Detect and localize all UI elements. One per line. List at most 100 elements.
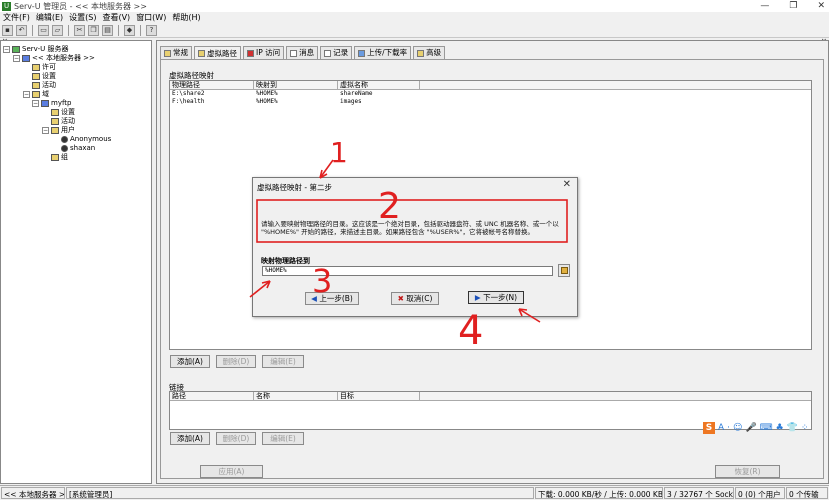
collapse-icon[interactable]: − — [23, 91, 30, 98]
tab-virtual-path[interactable]: 虚拟路径 — [194, 46, 241, 60]
activity-icon — [51, 118, 59, 125]
menu-settings[interactable]: 设置(S) — [69, 12, 96, 24]
collapse-icon[interactable]: − — [32, 100, 39, 107]
ime-punct-icon[interactable]: · — [727, 423, 730, 433]
column-map-to[interactable]: 映射到 — [254, 81, 338, 89]
column-physical-path[interactable]: 物理路径 — [170, 81, 254, 89]
restore-button[interactable]: 恢复(R) — [715, 465, 780, 478]
collapse-icon[interactable]: − — [42, 127, 49, 134]
status-download: 下载: 0.000 KB/秒 — [538, 490, 602, 499]
column-target[interactable]: 目标 — [338, 392, 420, 400]
menu-window[interactable]: 窗口(W) — [136, 12, 166, 24]
ime-menu-icon[interactable]: ⁘ — [801, 423, 809, 433]
log-icon — [324, 49, 332, 57]
status-users: 0 (0) 个用户 — [735, 487, 785, 499]
ip-icon — [247, 49, 254, 57]
tree-item-domain-myftp[interactable]: − myftp — [3, 99, 111, 108]
tree-item-domain-activity[interactable]: 活动 — [3, 117, 111, 126]
menu-view[interactable]: 查看(V) — [102, 12, 130, 24]
tree-item-root[interactable]: − Serv-U 服务器 — [3, 45, 111, 54]
column-virtual-name[interactable]: 虚拟名称 — [338, 81, 420, 89]
tree-item-domain-settings[interactable]: 设置 — [3, 108, 111, 117]
collapse-icon[interactable]: − — [13, 55, 20, 62]
ime-keyboard-icon[interactable]: ⌨ — [760, 423, 773, 433]
title-bar: U Serv-U 管理员 - << 本地服务器 >> — ❐ ✕ — [0, 0, 829, 12]
back-button[interactable]: ◀ 上一步(B) — [305, 292, 359, 305]
browse-folder-button[interactable] — [558, 264, 570, 277]
message-icon — [290, 49, 298, 57]
ime-shirt-icon[interactable]: 👕 — [787, 423, 798, 433]
tab-ip-access[interactable]: IP 访问 — [243, 46, 285, 59]
vpath-edit-button[interactable]: 编辑(E) — [262, 355, 304, 368]
tree-item-license[interactable]: 许可 — [3, 63, 111, 72]
vpath-delete-button[interactable]: 删除(D) — [216, 355, 256, 368]
tree-item-groups[interactable]: 组 — [3, 153, 111, 162]
map-path-label: 映射物理路径到 — [261, 257, 310, 265]
status-sockets: 3 / 32767 个 Socket — [664, 487, 734, 499]
tree-item-activity[interactable]: 活动 — [3, 81, 111, 90]
book-icon[interactable]: ◆ — [124, 25, 135, 36]
cancel-button[interactable]: ✖ 取消(C) — [391, 292, 439, 305]
links-edit-button[interactable]: 编辑(E) — [262, 432, 304, 445]
undo-icon[interactable]: ↶ — [16, 25, 27, 36]
tree-item-server[interactable]: − << 本地服务器 >> — [3, 54, 111, 63]
tab-advanced[interactable]: 高级 — [413, 46, 446, 59]
help-icon[interactable]: ? — [146, 25, 157, 36]
folder-open-icon[interactable]: ▱ — [52, 25, 63, 36]
tree-label: Serv-U 服务器 — [22, 45, 69, 53]
links-delete-button[interactable]: 删除(D) — [216, 432, 256, 445]
column-path[interactable]: 路径 — [170, 392, 254, 400]
sogou-logo-icon[interactable]: S — [703, 422, 715, 434]
ime-lang-icon[interactable]: A — [718, 423, 724, 433]
column-name[interactable]: 名称 — [254, 392, 338, 400]
dialog-title: 虚拟路径映射 - 第二步 — [257, 183, 332, 192]
tab-messages[interactable]: 消息 — [286, 46, 319, 59]
map-path-input[interactable]: %HOME% — [262, 266, 553, 276]
tree-label: myftp — [51, 99, 72, 107]
close-button[interactable]: ✕ — [817, 0, 825, 12]
collapse-icon[interactable]: − — [3, 46, 10, 53]
cell-physical: F:\health — [172, 98, 205, 105]
settings-icon — [51, 109, 59, 116]
tree-item-domains[interactable]: − 域 — [3, 90, 111, 99]
menu-file[interactable]: 文件(F) — [3, 12, 30, 24]
menu-help[interactable]: 帮助(H) — [172, 12, 200, 24]
table-row[interactable]: E:\share2 %HOME% shareName — [170, 90, 811, 98]
menu-edit[interactable]: 编辑(E) — [36, 12, 63, 24]
status-transfer-rate: 下载: 0.000 KB/秒 / 上传: 0.000 KB/秒 — [535, 487, 663, 499]
dialog-close-button[interactable]: ✕ — [563, 179, 571, 190]
users-icon — [51, 127, 59, 134]
ime-emoji-icon[interactable]: ☺ — [733, 423, 742, 433]
cell-mapto: %HOME% — [256, 90, 278, 97]
back-label: 上一步(B) — [319, 294, 353, 303]
save-icon[interactable]: ▪ — [2, 25, 13, 36]
tab-label: 常规 — [173, 48, 188, 57]
copy-icon[interactable]: ❐ — [88, 25, 99, 36]
tree-item-user-anonymous[interactable]: Anonymous — [3, 135, 111, 144]
tab-general[interactable]: 常规 — [160, 46, 192, 59]
next-button[interactable]: ▶ 下一步(N) — [468, 291, 524, 304]
tree-item-users[interactable]: − 用户 — [3, 126, 111, 135]
table-row[interactable]: F:\health %HOME% images — [170, 98, 811, 106]
tab-log[interactable]: 记录 — [320, 46, 353, 59]
cut-icon[interactable]: ✂ — [74, 25, 85, 36]
vpath-add-button[interactable]: 添加(A) — [170, 355, 210, 368]
toolbar-separator — [140, 25, 141, 36]
cell-name: shareName — [340, 90, 373, 97]
tab-label: 高级 — [426, 48, 442, 57]
paste-icon[interactable]: ▤ — [102, 25, 113, 36]
minimize-button[interactable]: — — [760, 0, 769, 12]
ime-mic-icon[interactable]: 🎤 — [745, 423, 756, 433]
transfer-icon — [358, 49, 366, 57]
ime-skin-icon[interactable]: ♣ — [776, 423, 784, 433]
tab-transfer-rate[interactable]: 上传/下载率 — [354, 46, 412, 59]
links-add-button[interactable]: 添加(A) — [170, 432, 210, 445]
tree-item-settings[interactable]: 设置 — [3, 72, 111, 81]
tree-item-user-shaxan[interactable]: shaxan — [3, 144, 111, 153]
ime-toolbar: S A · ☺ 🎤 ⌨ ♣ 👕 ⁘ — [703, 421, 809, 435]
apply-button[interactable]: 应用(A) — [200, 465, 263, 478]
tab-label: 记录 — [333, 48, 349, 57]
folder-icon[interactable]: ▭ — [38, 25, 49, 36]
maximize-button[interactable]: ❐ — [789, 0, 797, 12]
tree-label: 用户 — [61, 126, 75, 134]
